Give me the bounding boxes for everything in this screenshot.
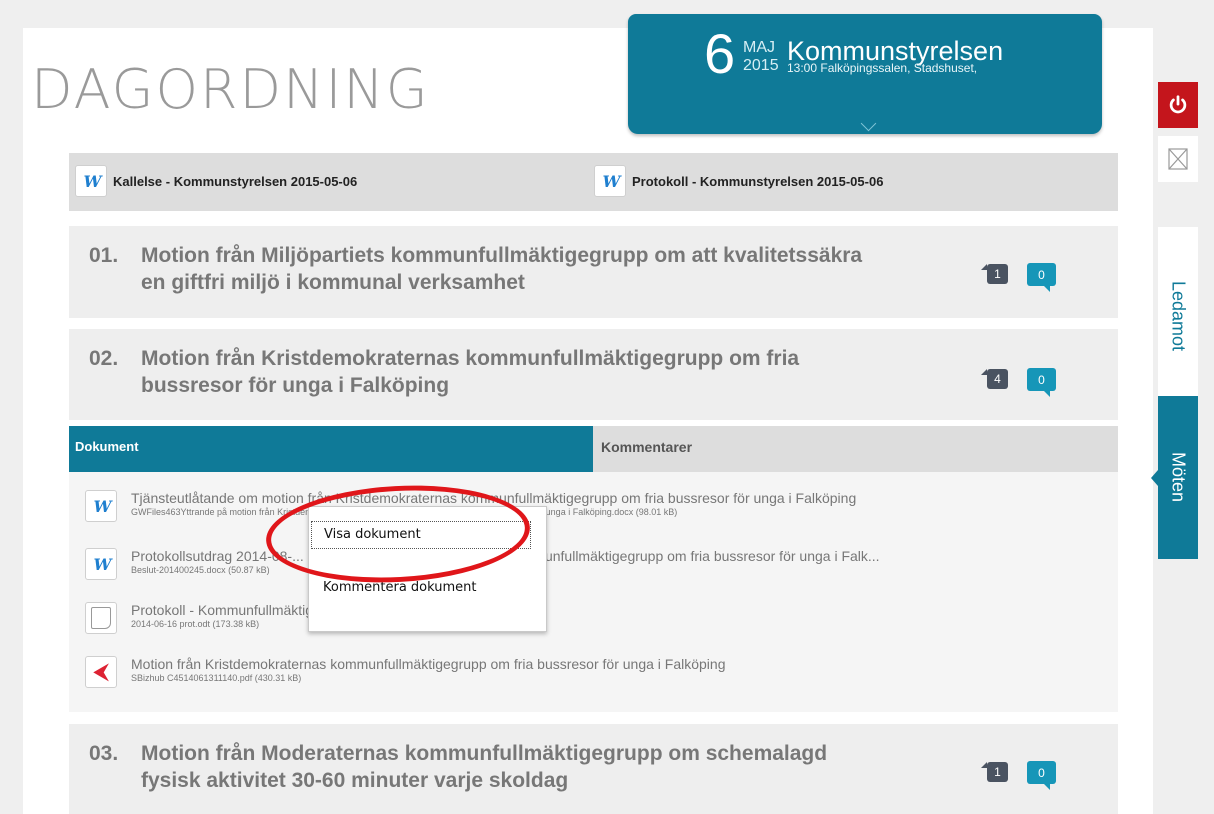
agenda-item-title: 02. Motion från Kristdemokraternas kommun… xyxy=(89,345,949,399)
document-count-badge: 1 xyxy=(981,264,1008,284)
word-icon: W xyxy=(85,548,117,580)
meeting-documents-bar: W Kallelse - Kommunstyrelsen 2015-05-06 … xyxy=(69,153,1118,211)
agenda-item-line2: en giftfri miljö i kommunal verksamhet xyxy=(141,271,525,294)
comment-count-badge[interactable]: 0 xyxy=(1027,368,1056,397)
agenda-item-number: 01. xyxy=(89,244,119,267)
agenda-item-line1: Motion från Moderaternas kommunfullmäkti… xyxy=(141,742,828,765)
chevron-down-icon[interactable] xyxy=(860,115,877,132)
meeting-header[interactable]: 6 MAJ 2015 Kommunstyrelsen 13:00 Falköpi… xyxy=(628,14,1102,134)
word-icon: W xyxy=(594,165,626,197)
agenda-item-02[interactable]: 02. Motion från Kristdemokraternas kommun… xyxy=(69,329,1118,420)
document-link-kallelse[interactable]: W Kallelse - Kommunstyrelsen 2015-05-06 xyxy=(75,165,357,197)
agenda-item-title: 01. Motion från Miljöpartiets kommunfullm… xyxy=(89,242,949,296)
agenda-item-number: 03. xyxy=(89,742,119,765)
broken-image-icon[interactable] xyxy=(1158,136,1198,182)
meeting-year: 2015 xyxy=(743,57,779,74)
agenda-item-line1: Motion från Miljöpartiets kommunfullmäkt… xyxy=(141,244,863,267)
agenda-item-line2: bussresor för unga i Falköping xyxy=(141,374,450,397)
agenda-item-title: 03. Motion från Moderaternas kommunfullmä… xyxy=(89,740,949,794)
menu-item-kommentera-dokument[interactable]: Kommentera dokument xyxy=(323,580,477,595)
document-meta: SBizhub C4514061311140.pdf (430.31 kB) xyxy=(131,673,302,683)
document-link-protokoll[interactable]: W Protokoll - Kommunstyrelsen 2015-05-06 xyxy=(594,165,883,197)
document-list: W Tjänsteutlåtande om motion från Kristd… xyxy=(69,472,1118,712)
document-link-label: Protokoll - Kommunstyrelsen 2015-05-06 xyxy=(632,173,884,189)
agenda-item-03[interactable]: 03. Motion från Moderaternas kommunfullmä… xyxy=(69,724,1118,814)
document-name: Motion från Kristdemokraternas kommunful… xyxy=(131,656,726,672)
pdf-icon: ⮜ xyxy=(85,656,117,688)
power-icon xyxy=(1169,95,1187,114)
meeting-day: 6 xyxy=(704,22,736,85)
tab-dokument[interactable]: Dokument xyxy=(69,426,593,472)
document-link-label: Kallelse - Kommunstyrelsen 2015-05-06 xyxy=(113,173,358,189)
document-count-badge: 1 xyxy=(981,762,1008,782)
page-title: DAGORDNING xyxy=(31,58,430,121)
tab-ledamot-label: Ledamot xyxy=(1168,280,1189,352)
tab-kommentarer[interactable]: Kommentarer xyxy=(593,426,1118,472)
agenda-item-01[interactable]: 01. Motion från Miljöpartiets kommunfullm… xyxy=(69,226,1118,318)
agenda-item-number: 02. xyxy=(89,347,119,370)
comment-count-badge[interactable]: 0 xyxy=(1027,761,1056,790)
agenda-item-line1: Motion från Kristdemokraternas kommunful… xyxy=(141,347,800,370)
tab-moten[interactable]: Möten xyxy=(1151,396,1198,559)
tab-ledamot[interactable]: Ledamot xyxy=(1158,227,1198,405)
image-placeholder-icon xyxy=(1168,148,1188,170)
meeting-details: 13:00 Falköpingssalen, Stadshuset, xyxy=(787,61,978,75)
agenda-item-line2: fysisk aktivitet 30-60 minuter varje sko… xyxy=(141,769,569,792)
meeting-month: MAJ xyxy=(743,39,775,56)
power-button[interactable] xyxy=(1158,82,1198,128)
detail-tabs: Dokument Kommentarer xyxy=(69,426,1118,472)
list-item-text: Motion från Kristdemokraternas kommunful… xyxy=(131,656,726,688)
list-item[interactable]: ⮜ Motion från Kristdemokraternas kommunf… xyxy=(85,656,726,688)
note-icon xyxy=(85,602,117,634)
word-icon: W xyxy=(75,165,107,197)
word-icon: W xyxy=(85,490,117,522)
comment-count-badge[interactable]: 0 xyxy=(1027,263,1056,292)
tab-moten-label: Möten xyxy=(1168,452,1189,503)
document-count-badge: 4 xyxy=(981,369,1008,389)
